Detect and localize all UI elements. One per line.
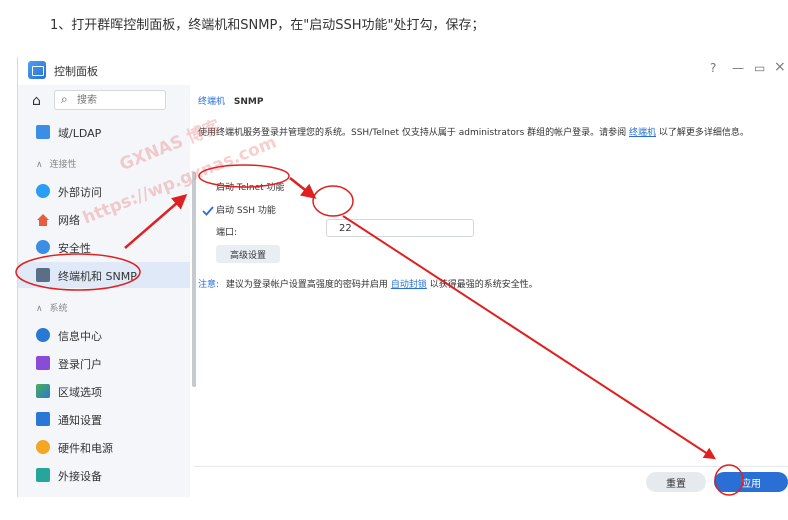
sidebar-item-hardware-power[interactable]: 硬件和电源 <box>18 434 190 460</box>
sidebar-item-label: 外部访问 <box>58 186 102 199</box>
sidebar-item-label: 信息中心 <box>58 330 102 343</box>
main-content: 终端机 SNMP 使用终端机服务登录并管理您的系统。SSH/Telnet 仅支持… <box>194 85 788 497</box>
description: 使用终端机服务登录并管理您的系统。SSH/Telnet 仅支持从属于 admin… <box>198 125 749 138</box>
search-input[interactable] <box>77 93 157 107</box>
title-bar: 控制面板 ? — ▭ × <box>18 57 788 83</box>
hardware-power-icon <box>36 440 50 454</box>
section-system[interactable]: ∧ 系统 <box>36 301 67 314</box>
login-portal-icon <box>36 356 50 370</box>
port-label: 端口: <box>216 228 238 238</box>
footer-divider <box>194 466 788 467</box>
home-icon[interactable]: ⌂ <box>32 93 41 109</box>
chevron-up-icon: ∧ <box>36 304 43 314</box>
network-icon <box>36 212 50 226</box>
region-icon <box>36 384 50 398</box>
maximize-icon[interactable]: ▭ <box>754 61 765 75</box>
reset-button[interactable]: 重置 <box>646 472 706 492</box>
control-panel-icon <box>28 61 46 79</box>
sidebar-item-label: 登录门户 <box>58 358 102 371</box>
ssh-checkbox-label[interactable]: 启动 SSH 功能 <box>216 203 276 216</box>
domain-icon <box>36 125 50 139</box>
sidebar-item-label: 网络 <box>58 214 80 227</box>
section-connectivity[interactable]: ∧ 连接性 <box>36 157 76 170</box>
instruction-text: 1、打开群晖控制面板，终端机和SNMP，在"启动SSH功能"处打勾，保存； <box>50 18 485 33</box>
window-title: 控制面板 <box>54 65 98 78</box>
sidebar-item-label: 通知设置 <box>58 414 102 427</box>
chevron-up-icon: ∧ <box>36 160 43 170</box>
breadcrumb: 终端机 SNMP <box>198 94 263 107</box>
sidebar-item-label: 安全性 <box>58 242 91 255</box>
sidebar-item-login-portal[interactable]: 登录门户 <box>18 350 190 376</box>
apply-button[interactable]: 应用 <box>714 472 788 492</box>
minimize-icon[interactable]: — <box>732 61 744 75</box>
auto-block-link[interactable]: 自动封锁 <box>391 280 427 290</box>
sidebar-item-label: 域/LDAP <box>58 127 102 140</box>
tab-terminal[interactable]: 终端机 <box>198 97 225 107</box>
sidebar-item-external-device[interactable]: 外接设备 <box>18 462 190 488</box>
note-prefix: 注意: <box>198 280 220 290</box>
note-text: 建议为登录帐户设置高强度的密码并启用 <box>225 280 388 290</box>
telnet-checkbox-label[interactable]: 启动 Telnet 功能 <box>216 180 285 193</box>
sidebar-item-label: 外接设备 <box>58 470 102 483</box>
search-box[interactable]: ⌕ <box>54 90 166 110</box>
search-icon: ⌕ <box>61 92 68 106</box>
sidebar-item-label: 区域选项 <box>58 386 102 399</box>
sidebar-item-security[interactable]: 安全性 <box>18 234 190 260</box>
sidebar-item-terminal-snmp[interactable]: 终端机和 SNMP <box>18 262 190 288</box>
info-icon <box>36 328 50 342</box>
external-device-icon <box>36 468 50 482</box>
terminal-icon <box>36 268 50 282</box>
external-access-icon <box>36 184 50 198</box>
security-shield-icon <box>36 240 50 254</box>
description-suffix: 以了解更多详细信息。 <box>658 128 749 138</box>
terminal-help-link[interactable]: 终端机 <box>629 128 656 138</box>
help-icon[interactable]: ? <box>710 61 716 75</box>
note-suffix: 以获得最强的系统安全性。 <box>429 280 538 290</box>
section-label: 连接性 <box>49 160 77 170</box>
close-icon[interactable]: × <box>774 59 786 75</box>
sidebar-item-notification[interactable]: 通知设置 <box>18 406 190 432</box>
sidebar-item-info-center[interactable]: 信息中心 <box>18 322 190 348</box>
section-label: 系统 <box>49 304 68 314</box>
port-input[interactable] <box>326 219 474 237</box>
tab-snmp[interactable]: SNMP <box>234 97 264 107</box>
ssh-checkbox[interactable] <box>202 202 214 216</box>
sidebar-item-label: 硬件和电源 <box>58 442 113 455</box>
note: 注意: 建议为登录帐户设置高强度的密码并启用 自动封锁 以获得最强的系统安全性。 <box>198 277 538 290</box>
advanced-settings-button[interactable]: 高级设置 <box>216 245 280 263</box>
control-panel-window: 控制面板 ? — ▭ × ⌂ ⌕ 域/LDAP ∧ 连接性 外部访问 网络 <box>17 57 788 497</box>
notification-icon <box>36 412 50 426</box>
sidebar-item-region[interactable]: 区域选项 <box>18 378 190 404</box>
sidebar-item-label: 终端机和 SNMP <box>58 270 137 283</box>
